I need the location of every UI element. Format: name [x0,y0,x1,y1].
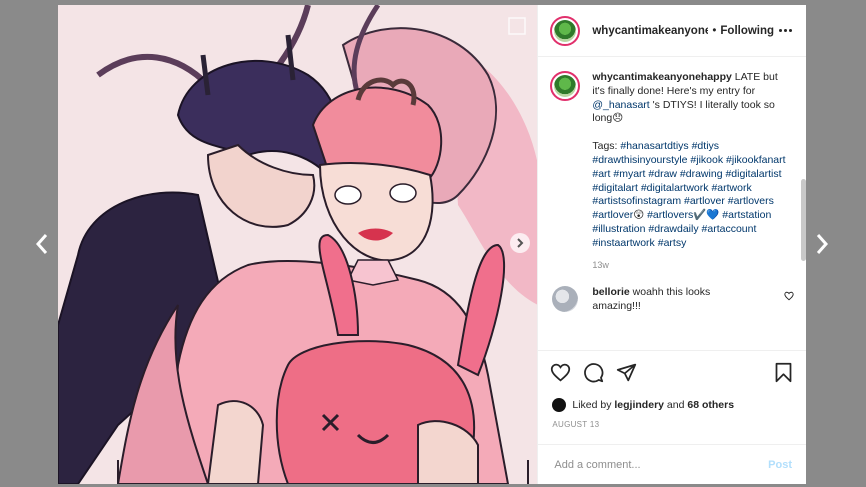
hashtag[interactable]: #artlover [684,195,725,207]
caption-mention[interactable]: @_hanasart [592,99,649,111]
hashtag[interactable]: #artaccount [702,223,757,235]
like-button[interactable] [550,362,571,383]
next-image-button[interactable] [510,233,530,253]
hashtag[interactable]: #illustration [592,223,645,235]
share-button[interactable] [616,362,637,383]
post-header: whycantimakeanyonehappy • Following [538,5,806,57]
hashtag[interactable]: #drawthisinyourstyle [592,154,687,166]
likes-joiner: and [664,399,688,411]
caption-time[interactable]: 13w [592,259,788,273]
hashtag[interactable]: #drawdaily [648,223,698,235]
comment-item: bellorie woahh this looks amazing!!! [550,286,794,314]
hashtag[interactable]: #artstation [722,209,771,221]
hashtag[interactable]: #artistsofinstagram [592,195,681,207]
share-icon [617,363,637,382]
hashtag[interactable]: #artlover [592,209,633,221]
comment-text: bellorie woahh this looks amazing!!! [592,286,742,314]
post-sidebar: whycantimakeanyonehappy • Following whyc… [537,5,806,484]
commenter-avatar[interactable] [552,286,579,313]
hashtag[interactable]: #drawing [680,168,723,180]
likes-text: Liked by legjindery and 68 others [572,399,734,411]
prev-post-button[interactable] [30,228,54,260]
header-separator: • [712,24,717,37]
following-button[interactable]: Following [720,25,774,37]
caption-avatar[interactable] [550,71,581,101]
fullscreen-icon[interactable] [508,17,526,35]
commenter-username[interactable]: bellorie [592,286,629,298]
liker-username[interactable]: legjindery [614,399,664,411]
likes-others-link[interactable]: 68 others [687,399,734,411]
more-options-button[interactable] [777,25,794,36]
heart-icon [551,363,571,382]
hashtag[interactable]: #art [592,168,610,180]
more-icon [779,29,782,32]
sad-emoji: 😞 [612,112,624,125]
hashtag[interactable]: #hanasartdtiys [620,140,688,152]
hashtag[interactable]: #artlovers [728,195,774,207]
caption-text: whycantimakeanyonehappy LATE but it's fi… [592,71,788,272]
chevron-right-icon [517,238,524,248]
check-emoji: ✔️ [693,209,707,222]
hashtag[interactable]: #digitalartwork [641,182,709,194]
hashtag[interactable]: #dtiys [692,140,719,152]
caption-tags: Tags: #hanasartdtiys #dtiys #drawthisiny… [592,140,788,250]
likes-summary: Liked by legjindery and 68 others [538,394,806,416]
post-date[interactable]: AUGUST 13 [538,416,806,438]
surprised-emoji: 😲 [633,209,645,222]
save-button[interactable] [773,362,794,383]
liker-avatar[interactable] [552,398,567,412]
post-comment-button[interactable]: Post [768,459,792,471]
post-modal: whycantimakeanyonehappy • Following whyc… [58,5,806,484]
comment-like-button[interactable] [784,288,794,306]
tags-label: Tags: [592,140,621,153]
caption: whycantimakeanyonehappy LATE but it's fi… [550,71,794,272]
scrollbar[interactable] [801,179,806,261]
hashtag[interactable]: #digitalart [592,182,638,194]
chevron-left-icon [35,234,48,254]
author-username[interactable]: whycantimakeanyonehappy [592,25,708,37]
bookmark-icon [775,362,792,383]
action-bar [538,350,806,394]
caption-username[interactable]: whycantimakeanyonehappy [592,71,731,83]
likes-prefix: Liked by [572,399,615,411]
heart-icon [784,292,794,301]
hashtag[interactable]: #jikookfanart [726,154,786,166]
hashtag[interactable]: #draw [648,168,677,180]
post-image[interactable] [58,5,538,484]
hashtag[interactable]: #myart [613,168,645,180]
hashtag[interactable]: #artlovers [647,209,693,221]
comments-section[interactable]: whycantimakeanyonehappy LATE but it's fi… [538,57,806,350]
artwork-illustration [58,5,538,484]
heart-emoji: 💙 [706,209,720,222]
hashtag[interactable]: #artsy [658,237,687,249]
author-avatar[interactable] [550,15,581,46]
hashtag[interactable]: #jikook [690,154,723,166]
hashtag[interactable]: #digitalartist [725,168,781,180]
hashtag[interactable]: #artwork [711,182,751,194]
comment-input[interactable] [552,457,769,472]
chevron-right-icon [816,234,829,254]
comment-icon [584,363,604,383]
add-comment-bar: Post [538,444,806,484]
hashtag[interactable]: #instaartwork [592,237,654,249]
comment-button[interactable] [583,362,604,383]
next-post-button[interactable] [810,228,834,260]
